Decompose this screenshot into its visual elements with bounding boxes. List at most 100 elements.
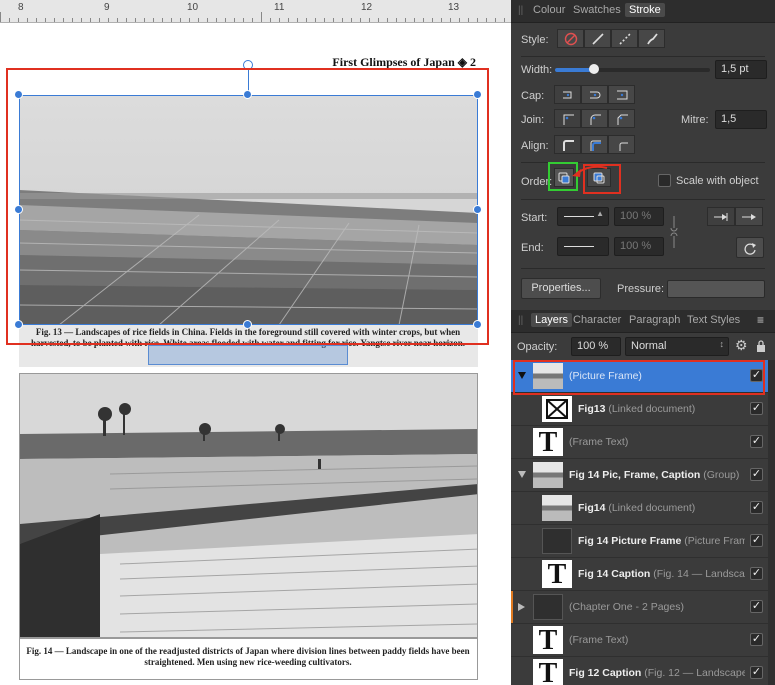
visibility-checkbox[interactable]: ✓ xyxy=(750,468,763,481)
tab-swatches[interactable]: Swatches xyxy=(573,4,621,16)
end-arrowhead-select[interactable] xyxy=(557,237,609,256)
ruler-tick xyxy=(45,18,46,22)
panel-menu-icon[interactable]: ≡ xyxy=(757,313,764,327)
round-cap-icon[interactable] xyxy=(581,85,608,104)
layers-scrollbar[interactable] xyxy=(768,360,775,685)
no-stroke-icon[interactable] xyxy=(557,29,584,48)
align-inside-icon[interactable] xyxy=(581,135,608,154)
ruler-tick xyxy=(459,18,460,22)
layer-row[interactable]: Fig13 (Linked document) ✓ xyxy=(511,393,769,426)
width-slider-knob[interactable] xyxy=(588,64,599,74)
round-join-icon[interactable] xyxy=(581,109,608,128)
blend-mode-select[interactable]: Normal ↕ xyxy=(625,337,729,356)
blend-mode-value: Normal xyxy=(631,340,667,352)
layer-thumbnail xyxy=(533,594,563,620)
ruler-mark: 10 xyxy=(187,2,199,13)
layer-title: Fig 14 Pic, Frame, Caption xyxy=(569,469,704,481)
studio-panel: || Colour Swatches Stroke Style: Width: … xyxy=(511,0,775,685)
align-center-icon[interactable] xyxy=(554,135,581,154)
ruler-tick xyxy=(387,18,388,22)
cap-buttons xyxy=(554,85,635,104)
bevel-join-icon[interactable] xyxy=(608,109,635,128)
start-arrowhead-select[interactable]: ▲ xyxy=(557,207,609,226)
width-slider-track[interactable] xyxy=(555,68,710,72)
layer-row[interactable]: T (Frame Text) ✓ xyxy=(511,624,769,657)
visibility-checkbox[interactable]: ✓ xyxy=(750,666,763,679)
layer-name: (Frame Text) xyxy=(569,436,745,448)
ruler-mark: 12 xyxy=(361,2,373,13)
layer-row[interactable]: (Chapter One - 2 Pages) ✓ xyxy=(511,591,769,624)
layer-row[interactable]: Fig 14 Pic, Frame, Caption (Group) ✓ xyxy=(511,459,769,492)
start-scale-input[interactable]: 100 % xyxy=(614,207,664,226)
visibility-checkbox[interactable]: ✓ xyxy=(750,501,763,514)
collapsed-triangle-icon[interactable] xyxy=(518,603,525,611)
layer-title: Fig 14 Picture Frame xyxy=(578,535,685,547)
width-input[interactable]: 1,5 pt xyxy=(715,60,767,79)
layer-type: (Linked document) xyxy=(608,502,696,514)
lock-icon[interactable] xyxy=(755,339,767,353)
horizontal-ruler[interactable]: 8 9 10 11 12 13 xyxy=(0,0,511,23)
grip-icon[interactable]: || xyxy=(518,5,523,16)
layer-row[interactable]: Fig14 (Linked document) ✓ xyxy=(511,492,769,525)
picture-thumbnail xyxy=(533,462,563,488)
miter-join-icon[interactable] xyxy=(554,109,581,128)
visibility-checkbox[interactable]: ✓ xyxy=(750,633,763,646)
align-outside-icon[interactable] xyxy=(608,135,635,154)
ruler-tick xyxy=(441,18,442,22)
layer-row[interactable]: T Fig 14 Caption (Fig. 14 — Landscape) ✓ xyxy=(511,558,769,591)
properties-button[interactable]: Properties... xyxy=(521,278,601,299)
visibility-checkbox[interactable]: ✓ xyxy=(750,567,763,580)
layer-row[interactable]: Fig 14 Picture Frame (Picture Frame) ✓ xyxy=(511,525,769,558)
tab-character[interactable]: Character xyxy=(573,314,621,326)
layer-type: (Linked document) xyxy=(608,403,696,415)
document-page[interactable]: First Glimpses of Japan ◈ 2 Fig. 13 — La… xyxy=(0,23,511,685)
grip-icon[interactable]: || xyxy=(518,315,523,326)
ruler-tick xyxy=(396,18,397,22)
join-label: Join: xyxy=(521,114,545,126)
gear-icon[interactable]: ⚙ xyxy=(735,337,748,354)
butt-cap-icon[interactable] xyxy=(554,85,581,104)
visibility-checkbox[interactable]: ✓ xyxy=(750,600,763,613)
solid-line-icon[interactable] xyxy=(584,29,611,48)
layer-type: (Frame Text) xyxy=(569,634,629,646)
ruler-tick xyxy=(9,18,10,22)
tab-colour[interactable]: Colour xyxy=(533,4,565,16)
tab-text-styles[interactable]: Text Styles xyxy=(687,314,740,326)
ruler-tick xyxy=(405,18,406,22)
ruler-tick xyxy=(225,18,226,22)
end-scale-input[interactable]: 100 % xyxy=(614,237,664,256)
arrow-outside-icon[interactable] xyxy=(735,207,763,226)
ruler-tick xyxy=(369,18,370,22)
join-buttons xyxy=(554,109,635,128)
tab-paragraph[interactable]: Paragraph xyxy=(629,314,680,326)
layer-name: Fig 14 Picture Frame (Picture Frame) xyxy=(578,535,745,547)
ruler-tick xyxy=(81,18,82,22)
layer-row[interactable]: T Fig 12 Caption (Fig. 12 — Landscape) ✓ xyxy=(511,657,769,685)
divider xyxy=(521,268,765,269)
mitre-input[interactable]: 1,5 xyxy=(715,110,767,129)
tab-layers[interactable]: Layers xyxy=(531,313,573,327)
scale-with-object-checkbox[interactable] xyxy=(658,174,671,187)
align-buttons xyxy=(554,135,635,154)
fig14-picture[interactable] xyxy=(19,373,478,638)
layer-row[interactable]: T (Frame Text) ✓ xyxy=(511,426,769,459)
style-buttons xyxy=(557,29,665,48)
expand-triangle-icon[interactable] xyxy=(518,471,526,478)
annotation-highlight-box xyxy=(6,68,489,345)
pressure-label: Pressure: xyxy=(617,283,665,295)
tab-stroke[interactable]: Stroke xyxy=(625,3,665,17)
dashed-line-icon[interactable] xyxy=(611,29,638,48)
pressure-graph[interactable] xyxy=(667,280,765,298)
visibility-checkbox[interactable]: ✓ xyxy=(750,534,763,547)
ruler-tick xyxy=(261,12,262,22)
brush-stroke-icon[interactable] xyxy=(638,29,665,48)
visibility-checkbox[interactable]: ✓ xyxy=(750,402,763,415)
arrow-inside-icon[interactable] xyxy=(707,207,735,226)
link-scale-icon[interactable] xyxy=(669,214,679,250)
visibility-checkbox[interactable]: ✓ xyxy=(750,435,763,448)
picture-thumbnail xyxy=(542,495,572,521)
ruler-tick xyxy=(450,18,451,22)
opacity-input[interactable]: 100 % xyxy=(571,337,621,356)
square-cap-icon[interactable] xyxy=(608,85,635,104)
swap-arrowheads-icon[interactable] xyxy=(736,237,764,258)
